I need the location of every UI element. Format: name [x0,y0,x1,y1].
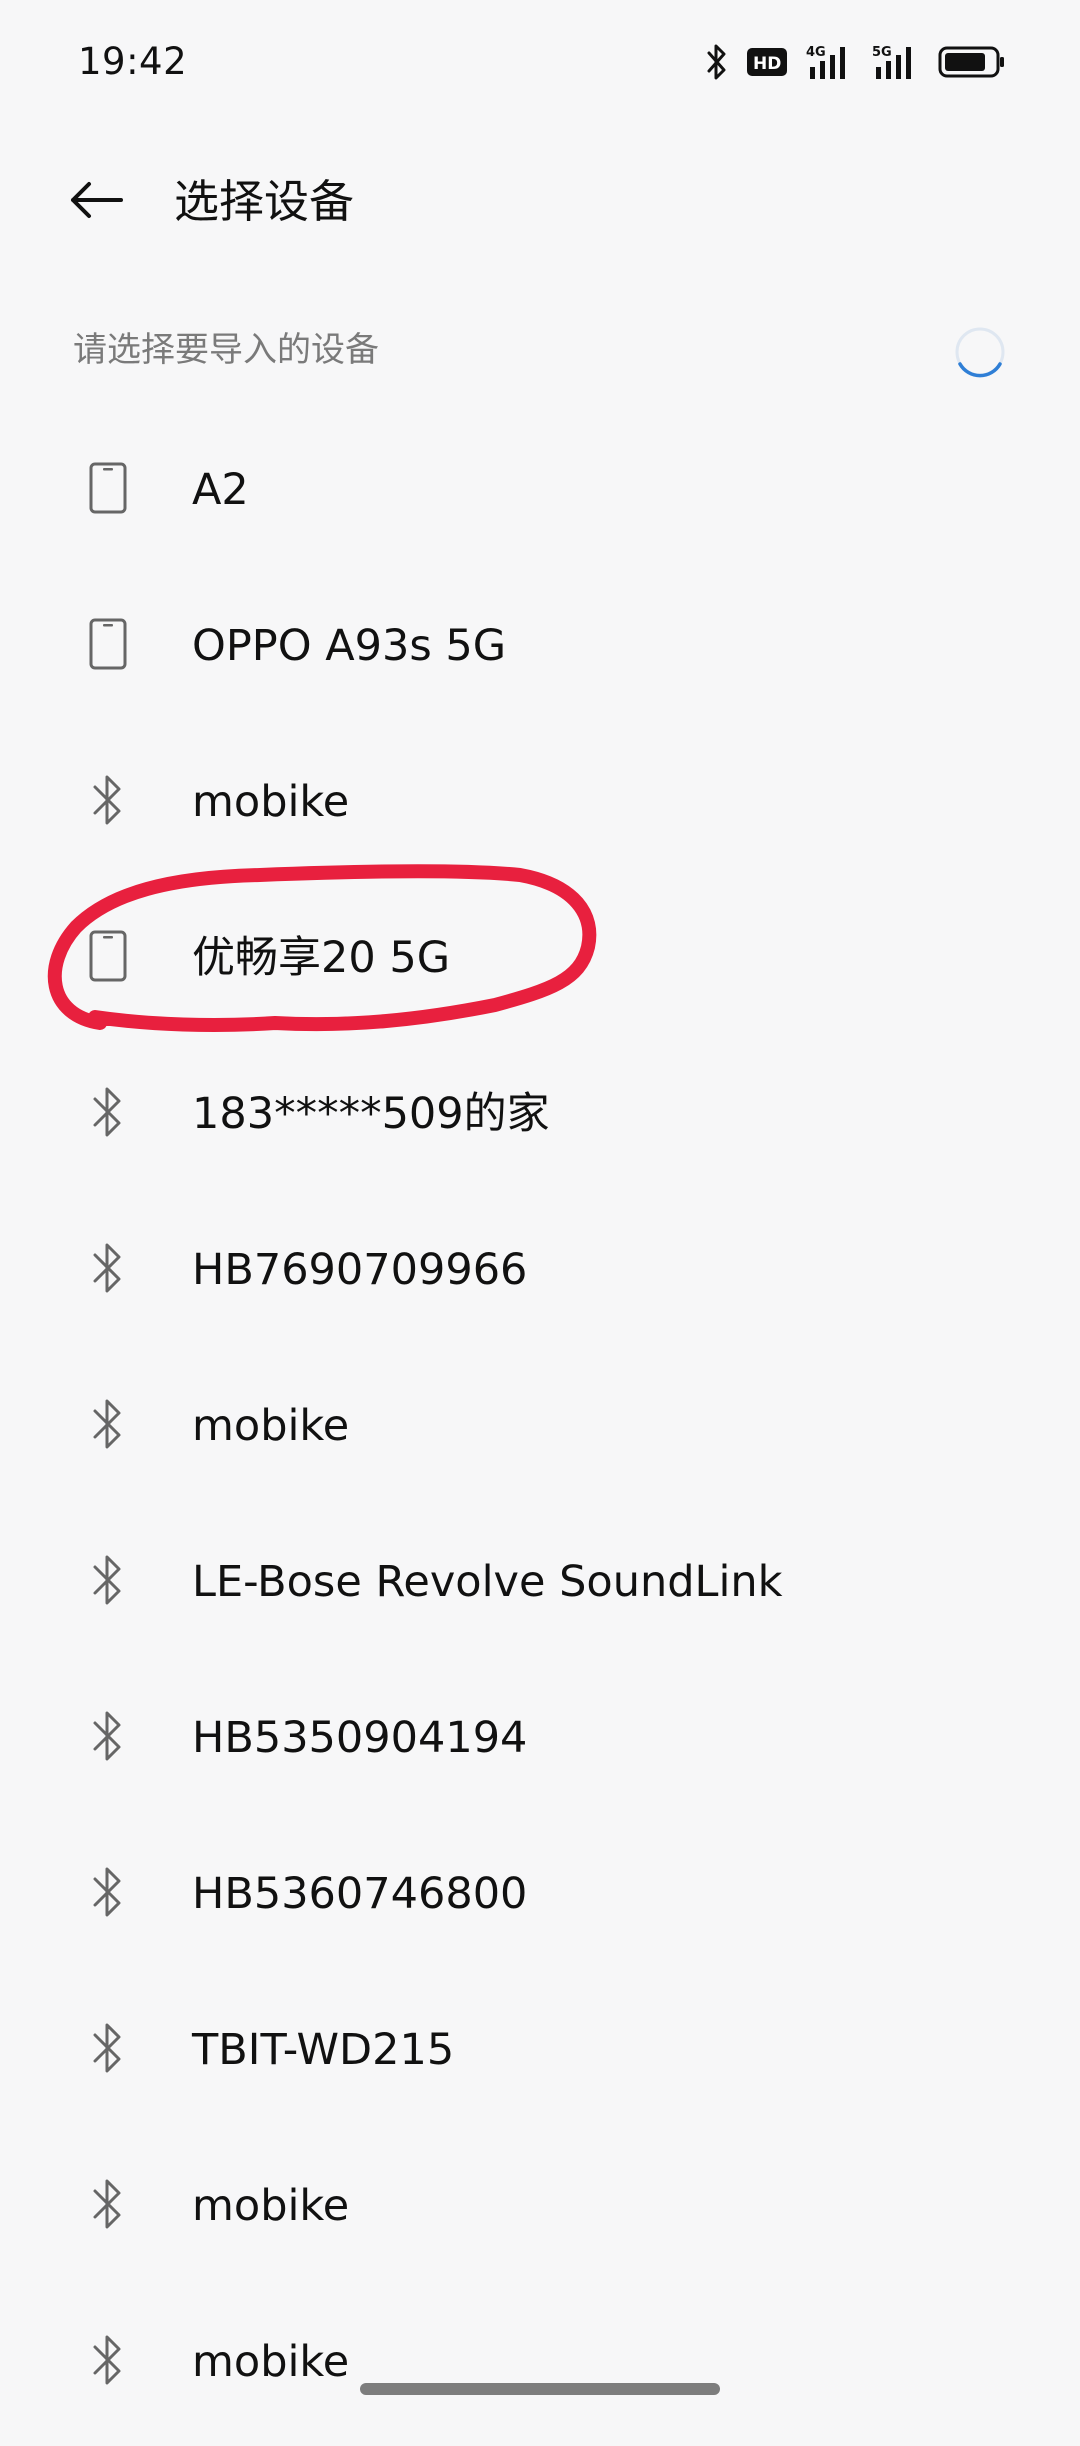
device-name: mobike [192,1401,350,1451]
status-icons: HD 4G 5G [706,40,1006,84]
device-item[interactable]: HB7690709966 [0,1198,1080,1354]
device-item[interactable]: A2 [0,418,1080,574]
device-name: OPPO A93s 5G [192,621,507,671]
device-item[interactable]: mobike [0,2134,1080,2290]
back-button[interactable] [56,170,136,234]
device-name: HB7690709966 [192,1245,528,1295]
bluetooth-icon [76,2016,140,2080]
device-item[interactable]: TBIT-WD215 [0,1978,1080,2134]
device-name: HB5350904194 [192,1713,528,1763]
bluetooth-icon [76,1704,140,1768]
bluetooth-icon [76,2172,140,2236]
device-name: 183*****509的家 [192,1089,550,1139]
device-item[interactable]: 优畅享20 5G [0,886,1080,1042]
device-name: mobike [192,777,350,827]
loading-spinner-icon [952,324,1008,384]
device-item[interactable]: 183*****509的家 [0,1042,1080,1198]
phone-icon [76,924,140,988]
status-time: 19:42 [78,40,188,83]
battery-icon [938,45,1006,79]
device-name: mobike [192,2181,350,2231]
svg-text:4G: 4G [806,45,826,60]
bluetooth-icon [706,43,728,81]
device-item[interactable]: mobike [0,1354,1080,1510]
status-bar: 19:42 HD 4G 5G [0,0,1080,124]
svg-text:5G: 5G [872,45,892,60]
bluetooth-icon [76,1236,140,1300]
device-item[interactable]: HB5360746800 [0,1822,1080,1978]
device-item[interactable]: mobike [0,2290,1080,2446]
app-header: 选择设备 [0,150,1080,255]
5g-signal-icon: 5G [872,43,920,81]
bluetooth-icon [76,1548,140,1612]
device-item[interactable]: LE-Bose Revolve SoundLink [0,1510,1080,1666]
svg-text:HD: HD [753,54,781,74]
section-hint: 请选择要导入的设备 [73,330,379,370]
4g-signal-icon: 4G [806,43,854,81]
bluetooth-icon [76,1080,140,1144]
device-name: HB5360746800 [192,1869,528,1919]
arrow-left-icon [67,180,125,224]
device-name: A2 [192,465,249,515]
hd-icon: HD [746,47,788,77]
page-title: 选择设备 [174,175,355,228]
bluetooth-icon [76,1392,140,1456]
device-item[interactable]: OPPO A93s 5G [0,574,1080,730]
home-indicator[interactable] [360,2383,720,2395]
device-name: mobike [192,2337,350,2387]
phone-icon [76,456,140,520]
bluetooth-icon [76,2328,140,2392]
phone-icon [76,612,140,676]
device-name: TBIT-WD215 [192,2025,455,2075]
device-name: 优畅享20 5G [192,933,451,983]
bluetooth-icon [76,1860,140,1924]
device-item[interactable]: mobike [0,730,1080,886]
device-item[interactable]: HB5350904194 [0,1666,1080,1822]
device-name: LE-Bose Revolve SoundLink [192,1557,783,1607]
bluetooth-icon [76,768,140,832]
device-list: A2 OPPO A93s 5G mobike 优畅享20 5G 183*****… [0,418,1080,2446]
section-header: 请选择要导入的设备 [0,312,1080,392]
